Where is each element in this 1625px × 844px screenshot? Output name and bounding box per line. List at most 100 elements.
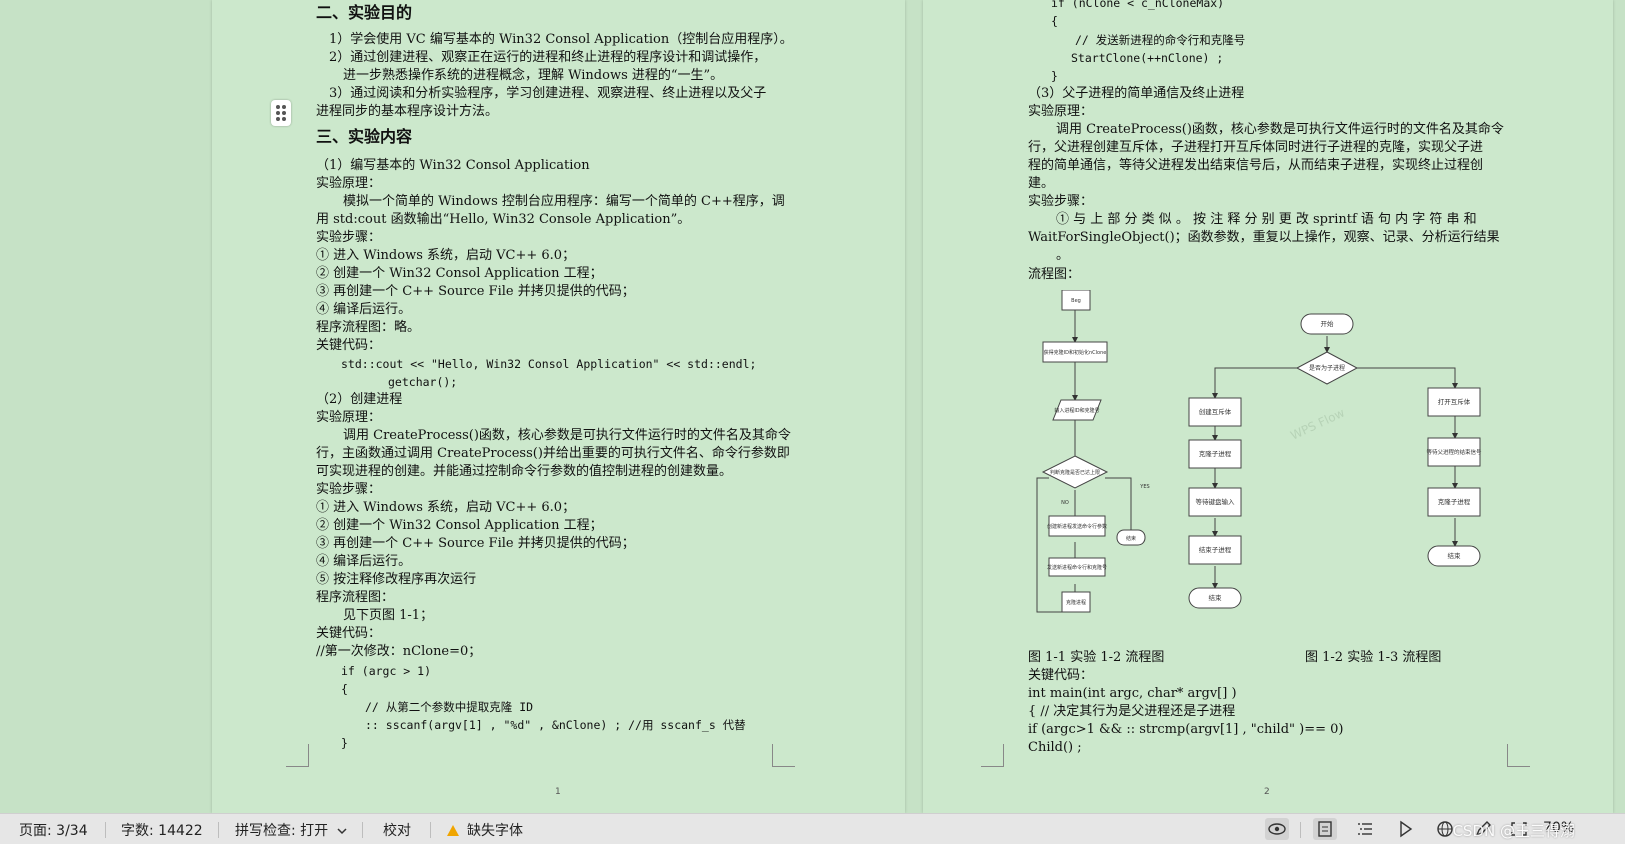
code-line: if (nClone < c_nCloneMax) bbox=[1051, 0, 1225, 10]
branch-label: YES bbox=[1139, 484, 1149, 490]
paragraph-line: 实验步骤： bbox=[316, 482, 382, 497]
flow-node-label: 结束 bbox=[1209, 593, 1223, 602]
flow-node-label: 是否为子进程 bbox=[1309, 364, 1345, 372]
flow-node-label: 克隆子进程 bbox=[1199, 449, 1232, 458]
play-icon[interactable] bbox=[1393, 818, 1417, 840]
flow-node-label: 创建新进程发送命令行参数 bbox=[1047, 523, 1107, 530]
spell-check-toggle[interactable]: 拼写检查: 打开 bbox=[235, 820, 347, 840]
paragraph-line: 用 std:cout 函数输出“Hello, Win32 Console App… bbox=[316, 212, 691, 227]
code-line: if (argc > 1) bbox=[341, 664, 432, 678]
paragraph-line: 3）通过阅读和分析实验程序，学习创建进程、观察进程、终止进程以及父子 bbox=[329, 86, 767, 101]
paragraph-line: 可实现进程的创建。并能通过控制命令行参数的值控制进程的创建数量。 bbox=[316, 464, 733, 479]
code-line: } bbox=[341, 736, 348, 750]
code-line: if (argc>1 && :: strcmp(argv[1] , "child… bbox=[1028, 722, 1344, 737]
paragraph-line: 程序流程图：略。 bbox=[316, 320, 421, 335]
code-line: { // 决定其行为是父进程还是子进程 bbox=[1028, 704, 1236, 719]
figure-caption: 图 1-1 实验 1-2 流程图 bbox=[1028, 650, 1165, 665]
list-item: ① 进入 Windows 系统，启动 VC++ 6.0； bbox=[316, 248, 576, 263]
flow-node-label: 创建互斥体 bbox=[1199, 407, 1232, 416]
paragraph-line: 实验原理： bbox=[316, 176, 382, 191]
status-bar: 页面: 3/34 字数: 14422 拼写检查: 打开 校对 缺失字体 70% … bbox=[0, 813, 1625, 844]
flow-node-label: 等待键盘输入 bbox=[1196, 497, 1236, 506]
code-line: Child() ; bbox=[1028, 740, 1082, 755]
list-item: ② 创建一个 Win32 Consol Application 工程； bbox=[316, 518, 603, 533]
paragraph-line: 模拟一个简单的 Windows 控制台应用程序：编写一个简单的 C++程序，调 bbox=[343, 194, 785, 209]
page-number: 2 bbox=[1264, 787, 1270, 797]
paragraph-line: 实验步骤： bbox=[316, 230, 382, 245]
paragraph-line: （1）编写基本的 Win32 Consol Application bbox=[316, 158, 590, 173]
drag-handle-icon[interactable] bbox=[271, 100, 291, 126]
paragraph-line: （3）父子进程的简单通信及终止进程 bbox=[1028, 86, 1245, 101]
code-line: std::cout << "Hello, Win32 Consol Applic… bbox=[341, 357, 757, 371]
paragraph-line: 调用 CreateProcess()函数，核心参数是可执行文件运行时的文件名及其… bbox=[343, 428, 791, 443]
paragraph-line: 1）学会使用 VC 编写基本的 Win32 Consol Application… bbox=[329, 32, 793, 47]
flow-node-label: 克隆子进程 bbox=[1438, 497, 1471, 506]
paragraph-line: 程序流程图： bbox=[316, 590, 395, 605]
eye-icon[interactable] bbox=[1265, 818, 1289, 840]
missing-fonts-button[interactable]: 缺失字体 bbox=[447, 820, 523, 840]
flow-node-label: 结束 bbox=[1448, 551, 1462, 560]
list-item: ① 进入 Windows 系统，启动 VC++ 6.0； bbox=[316, 500, 576, 515]
heading-content: 三、实验内容 bbox=[316, 127, 413, 146]
paragraph-line: 进一步熟悉操作系统的进程概念，理解 Windows 进程的“一生”。 bbox=[343, 68, 724, 83]
flow-node-label: 等待父进程的结束信号 bbox=[1426, 448, 1482, 456]
page-number: 1 bbox=[555, 787, 561, 797]
list-item: ③ 再创建一个 C++ Source File 并拷贝提供的代码； bbox=[316, 536, 635, 551]
code-line: int main(int argc, char* argv[] ) bbox=[1028, 686, 1237, 701]
csdn-watermark: CSDN @王三得溺 bbox=[1452, 822, 1575, 840]
flow-node-label: 开始 bbox=[1321, 319, 1335, 328]
code-line: } bbox=[1051, 69, 1058, 83]
list-item: ② 创建一个 Win32 Consol Application 工程； bbox=[316, 266, 603, 281]
outline-view-icon[interactable] bbox=[1353, 818, 1377, 840]
flow-node-label: 判断克隆是否已达上限 bbox=[1050, 469, 1100, 476]
paragraph-line: 流程图： bbox=[1028, 267, 1081, 282]
proofread-button[interactable]: 校对 bbox=[383, 820, 411, 840]
paragraph-line: 建。 bbox=[1028, 176, 1055, 191]
flow-node-label: 克隆进程 bbox=[1066, 599, 1086, 606]
flow-node-label: Beg bbox=[1071, 298, 1081, 304]
paragraph-line: （2）创建进程 bbox=[316, 392, 403, 407]
margin-mark bbox=[1507, 744, 1530, 767]
list-item: ③ 再创建一个 C++ Source File 并拷贝提供的代码； bbox=[316, 284, 635, 299]
paragraph-line: 进程同步的基本程序设计方法。 bbox=[316, 104, 499, 119]
paragraph-line: 行，父进程创建互斥体，子进程打开互斥体同时进行子进程的克隆，实现父子进 bbox=[1028, 140, 1484, 155]
flow-node-label: 发送新进程命令行和克隆号 bbox=[1047, 564, 1107, 571]
branch-label: NO bbox=[1061, 500, 1069, 506]
flow-node-label: 打开互斥体 bbox=[1438, 397, 1471, 406]
paragraph-line: 实验原理： bbox=[1028, 104, 1094, 119]
paragraph-line: 行，主函数通过调用 CreateProcess()并给出重要的可执行文件名、命令… bbox=[316, 446, 790, 461]
code-line: :: sscanf(argv[1] , "%d" , &nClone) ; //… bbox=[365, 718, 746, 732]
word-count[interactable]: 字数: 14422 bbox=[121, 820, 203, 840]
paragraph-line: 见下页图 1-1； bbox=[343, 608, 434, 623]
paragraph-line: 调用 CreateProcess()函数，核心参数是可执行文件运行时的文件名及其… bbox=[1056, 122, 1504, 137]
paragraph-line: 实验步骤： bbox=[1028, 194, 1094, 209]
paragraph-line: 实验原理： bbox=[316, 410, 382, 425]
code-line: { bbox=[1051, 14, 1058, 28]
flow-node-label: 结束子进程 bbox=[1199, 545, 1232, 554]
paragraph-line: 2）通过创建进程、观察正在运行的进程和终止进程的程序设计和调试操作， bbox=[329, 50, 767, 65]
paragraph-line: 关键代码： bbox=[316, 338, 382, 353]
diagram-watermark: WPS Flow bbox=[1288, 405, 1347, 442]
warning-icon bbox=[447, 825, 459, 836]
spell-check-label: 拼写检查: 打开 bbox=[235, 823, 329, 839]
heading-purpose: 二、实验目的 bbox=[316, 3, 413, 22]
flow-node-label: 结束 bbox=[1126, 535, 1136, 542]
flowchart-figure: Beg 获得克隆ID和初始化nClone 输入进程ID和克隆号 判断克隆是否已达… bbox=[1036, 290, 1482, 613]
paragraph-line: WaitForSingleObject()；函数参数，重复以上操作，观察、记录、… bbox=[1028, 230, 1500, 245]
flow-node-label: 输入进程ID和克隆号 bbox=[1054, 407, 1099, 414]
figure-caption: 图 1-2 实验 1-3 流程图 bbox=[1305, 650, 1442, 665]
code-line: { bbox=[341, 682, 348, 696]
margin-mark bbox=[981, 744, 1004, 767]
code-line: // 发送新进程的命令行和克隆号 bbox=[1075, 33, 1246, 47]
page-indicator[interactable]: 页面: 3/34 bbox=[19, 820, 88, 840]
code-line: StartClone(++nClone) ; bbox=[1071, 51, 1224, 65]
list-item: ⑤ 按注释修改程序再次运行 bbox=[316, 572, 477, 587]
paragraph-line: 关键代码： bbox=[1028, 668, 1094, 683]
margin-mark bbox=[286, 744, 309, 767]
list-item: ④ 编译后运行。 bbox=[316, 302, 412, 317]
paragraph-line: 关键代码： bbox=[316, 626, 382, 641]
page-view-icon[interactable] bbox=[1313, 818, 1337, 840]
margin-mark bbox=[772, 744, 795, 767]
list-item: ④ 编译后运行。 bbox=[316, 554, 412, 569]
paragraph-line: //第一次修改：nClone=0； bbox=[316, 644, 482, 659]
